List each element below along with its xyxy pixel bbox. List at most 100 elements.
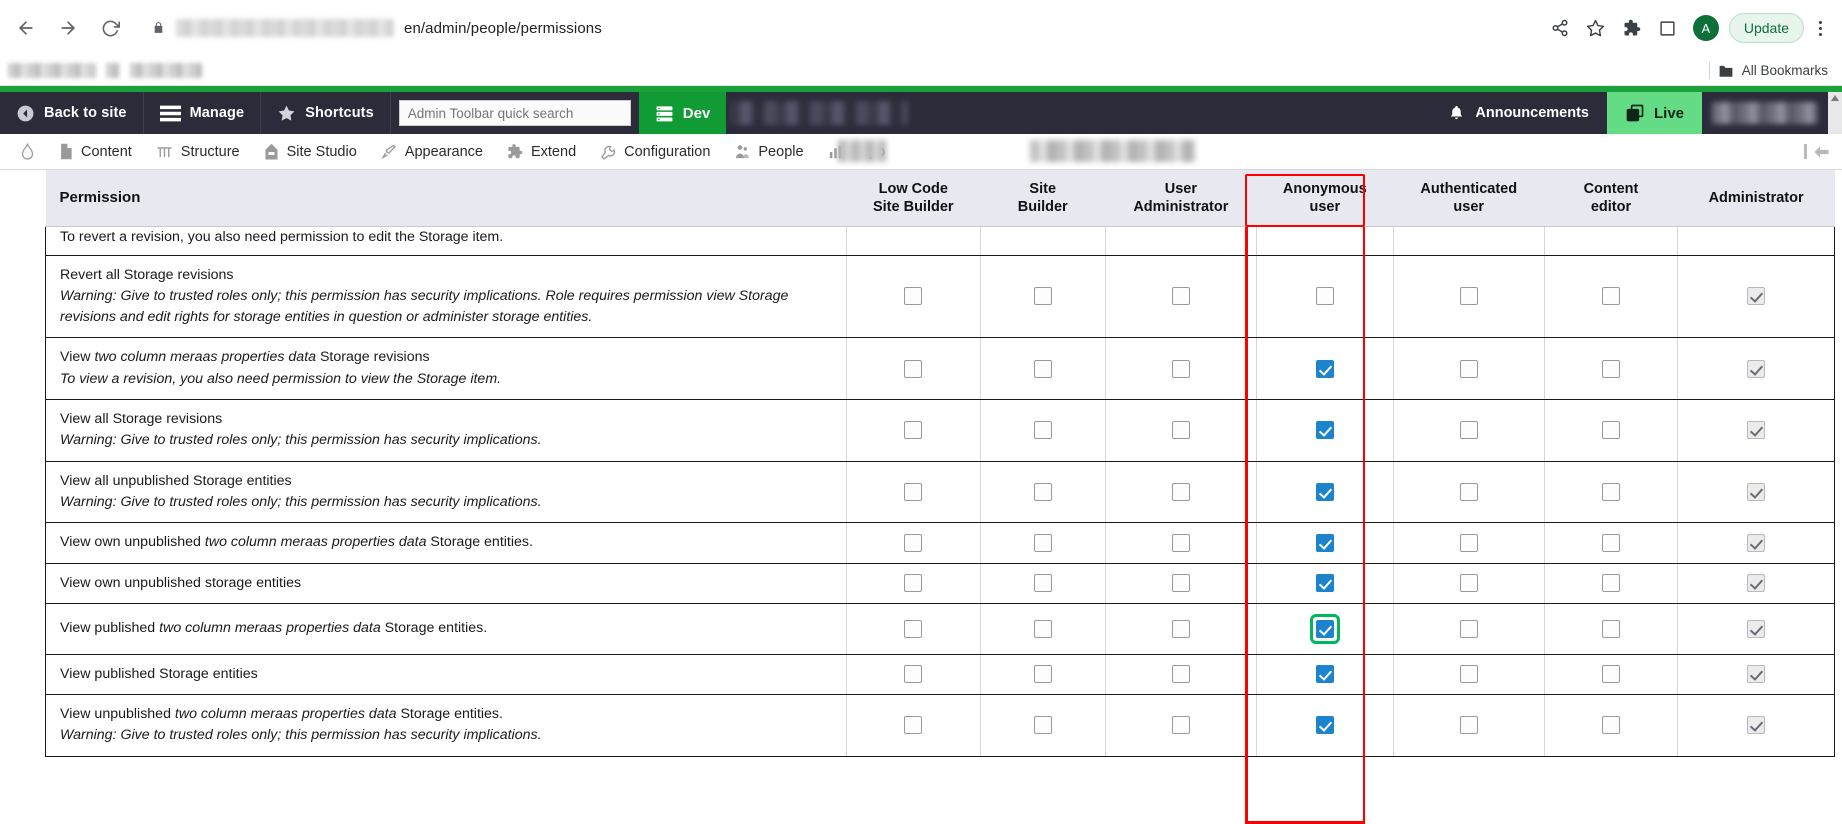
permission-checkbox[interactable] — [1459, 716, 1478, 735]
drupal-home-link[interactable] — [8, 134, 47, 169]
address-bar[interactable]: en/admin/people/permissions — [138, 10, 1533, 46]
permission-checkbox[interactable] — [1171, 716, 1190, 735]
back-to-site-button[interactable]: Back to site — [0, 92, 144, 134]
permission-checkbox[interactable] — [1315, 619, 1334, 638]
permission-checkbox[interactable] — [1171, 359, 1190, 378]
side-panel-icon[interactable] — [1651, 11, 1685, 45]
share-icon[interactable] — [1543, 11, 1577, 45]
bookmark-item[interactable] — [8, 63, 96, 78]
permission-checkbox[interactable] — [1315, 359, 1334, 378]
permission-checkbox[interactable] — [1601, 287, 1620, 306]
permission-cell — [1104, 562, 1257, 604]
admin-search-input[interactable] — [398, 100, 631, 126]
permission-checkbox[interactable] — [1601, 716, 1620, 735]
permission-cell — [1677, 254, 1835, 339]
avatar[interactable]: A — [1692, 15, 1719, 41]
permission-checkbox[interactable] — [1315, 421, 1334, 440]
sidebar-item-extend[interactable]: Extend — [495, 134, 588, 169]
scrollbar-up[interactable] — [1828, 92, 1842, 134]
permission-checkbox[interactable] — [1171, 533, 1190, 552]
bookmark-item[interactable] — [130, 63, 202, 78]
permission-checkbox[interactable] — [1033, 619, 1052, 638]
permission-checkbox[interactable] — [904, 533, 923, 552]
permission-checkbox[interactable] — [1171, 619, 1190, 638]
manage-button[interactable]: Manage — [144, 92, 262, 134]
permission-checkbox[interactable] — [1601, 421, 1620, 440]
bookmark-item[interactable] — [106, 63, 120, 78]
permission-checkbox[interactable] — [1315, 287, 1334, 306]
permission-checkbox[interactable] — [1459, 619, 1478, 638]
permission-checkbox[interactable] — [1033, 665, 1052, 684]
permission-checkbox[interactable] — [1601, 574, 1620, 593]
permission-checkbox[interactable] — [1601, 482, 1620, 501]
sidebar-item-appearance[interactable]: Appearance — [369, 134, 495, 169]
permission-checkbox[interactable] — [1459, 287, 1478, 306]
permission-checkbox[interactable] — [1459, 482, 1478, 501]
permission-checkbox[interactable] — [1033, 359, 1052, 378]
permission-checkbox[interactable] — [1459, 665, 1478, 684]
permission-checkbox[interactable] — [1171, 421, 1190, 440]
live-environment-button[interactable]: Live — [1606, 92, 1702, 134]
permission-checkbox[interactable] — [1033, 574, 1052, 593]
permission-checkbox[interactable] — [904, 482, 923, 501]
sidebar-item-configuration[interactable]: Configuration — [588, 134, 722, 169]
permission-checkbox[interactable] — [904, 716, 923, 735]
environment-indicator[interactable]: Dev — [638, 92, 727, 134]
bookmark-items-redacted[interactable] — [8, 63, 202, 78]
focused-checkbox-wrapper[interactable] — [1309, 613, 1340, 644]
permission-checkbox[interactable] — [1459, 533, 1478, 552]
permission-checkbox[interactable] — [1459, 421, 1478, 440]
permission-checkbox[interactable] — [1315, 665, 1334, 684]
permission-checkbox[interactable] — [1033, 716, 1052, 735]
three-dot-menu-icon[interactable] — [1808, 20, 1832, 36]
permission-checkbox[interactable] — [904, 359, 923, 378]
permission-checkbox[interactable] — [1601, 359, 1620, 378]
all-bookmarks[interactable]: All Bookmarks — [1708, 62, 1828, 79]
permissions-table: Permission Low Code Site Builder Site Buil… — [44, 170, 1835, 757]
permission-checkbox[interactable] — [1601, 619, 1620, 638]
collapse-left-arrow-icon[interactable] — [1804, 134, 1830, 169]
back-arrow-icon[interactable] — [6, 8, 46, 48]
star-icon[interactable] — [1579, 11, 1613, 45]
permission-cell — [1543, 337, 1679, 401]
permission-title: View unpublished two column meraas prope… — [60, 706, 503, 723]
permission-checkbox[interactable] — [1459, 359, 1478, 378]
shortcuts-button[interactable]: Shortcuts — [261, 92, 391, 134]
table-row: View own unpublished two column meraas p… — [44, 522, 1835, 564]
permission-checkbox[interactable] — [904, 574, 923, 593]
forward-arrow-icon[interactable] — [48, 8, 88, 48]
permission-checkbox[interactable] — [904, 619, 923, 638]
sidebar-item-structure[interactable]: Structure — [144, 134, 252, 169]
permission-checkbox[interactable] — [1601, 533, 1620, 552]
permission-checkbox[interactable] — [1171, 574, 1190, 593]
permission-checkbox[interactable] — [1315, 574, 1334, 593]
permission-checkbox[interactable] — [1601, 665, 1620, 684]
permission-checkbox[interactable] — [1315, 716, 1334, 735]
permission-cell — [846, 653, 981, 696]
star-icon — [277, 104, 296, 123]
announcements-button[interactable]: Announcements — [1430, 92, 1607, 134]
permission-note: To view a revision, you also need permis… — [60, 370, 502, 387]
permission-checkbox[interactable] — [1033, 421, 1052, 440]
permission-checkbox[interactable] — [1459, 574, 1478, 593]
permission-checkbox[interactable] — [1315, 533, 1334, 552]
permission-checkbox[interactable] — [1033, 482, 1052, 501]
sidebar-item-people[interactable]: People — [722, 134, 815, 169]
permission-checkbox[interactable] — [1171, 482, 1190, 501]
reload-icon[interactable] — [90, 8, 130, 48]
permission-checkbox[interactable] — [1171, 665, 1190, 684]
puzzle-piece-icon[interactable] — [1615, 11, 1649, 45]
permission-checkbox[interactable] — [904, 665, 923, 684]
permission-checkbox[interactable] — [1171, 287, 1190, 306]
sidebar-item-site-studio[interactable]: Site Studio — [252, 134, 369, 169]
permission-checkbox[interactable] — [1033, 533, 1052, 552]
permission-checkbox[interactable] — [904, 421, 923, 440]
update-button[interactable]: Update — [1728, 13, 1804, 43]
paintbrush-icon — [380, 143, 397, 160]
permission-cell — [979, 522, 1106, 564]
column-header-user-administrator: User Administrator — [1105, 170, 1257, 228]
permission-checkbox[interactable] — [1315, 482, 1334, 501]
sidebar-item-content[interactable]: Content — [47, 134, 144, 169]
permission-checkbox[interactable] — [904, 287, 923, 306]
permission-checkbox[interactable] — [1033, 287, 1052, 306]
